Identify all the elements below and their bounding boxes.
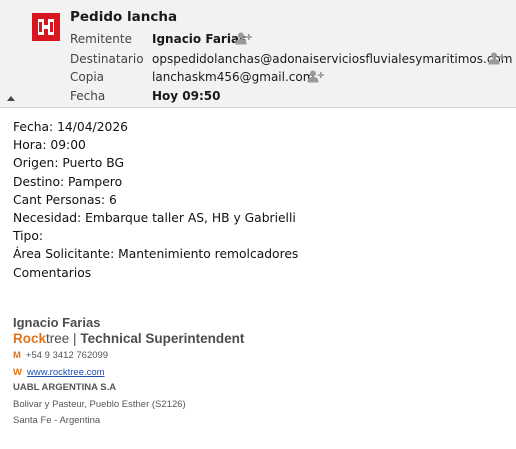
signature-city: Santa Fe - Argentina bbox=[13, 415, 101, 426]
app-logo-icon bbox=[32, 13, 60, 41]
add-contact-icon[interactable] bbox=[488, 52, 505, 65]
recipient-label: Destinatario bbox=[70, 52, 144, 66]
message-body: Fecha: 14/04/2026 Hora: 09:00 Origen: Pu… bbox=[13, 118, 298, 282]
brand-tree: tree bbox=[46, 331, 70, 346]
signature-name: Ignacio Farias bbox=[13, 315, 101, 330]
add-contact-icon[interactable] bbox=[307, 70, 324, 83]
signature-address: Bolivar y Pasteur, Pueblo Esther (S2126) bbox=[13, 399, 186, 410]
body-line: Cant Personas: 6 bbox=[13, 192, 117, 207]
signature-company: Rocktree | Technical Superintendent bbox=[13, 331, 244, 346]
signature-org: UABL ARGENTINA S.A bbox=[13, 382, 117, 393]
recipient-value[interactable]: opspedidolanchas@adonaiserviciosfluviale… bbox=[152, 51, 512, 67]
signature-web: Wwww.rocktree.com bbox=[13, 367, 105, 378]
body-line: Fecha: 14/04/2026 bbox=[13, 120, 128, 134]
message-subject: Pedido lancha bbox=[70, 9, 178, 25]
signature-title: Technical Superintendent bbox=[80, 331, 245, 346]
cc-label: Copia bbox=[70, 70, 105, 84]
cc-value[interactable]: lanchaskm456@gmail.com bbox=[152, 69, 314, 85]
phone-key: M bbox=[13, 350, 21, 361]
web-key: W bbox=[13, 367, 22, 378]
body-line: Tipo: bbox=[13, 229, 44, 244]
body-line: Comentarios bbox=[13, 265, 92, 280]
web-link[interactable]: www.rocktree.com bbox=[27, 367, 105, 378]
body-line: Hora: 09:00 bbox=[13, 138, 86, 153]
body-line: Área Solicitante: Mantenimiento remolcad… bbox=[13, 247, 299, 262]
signature-phone: M +54 9 3412 762099 bbox=[13, 350, 108, 361]
brand-rock: Rock bbox=[13, 331, 47, 346]
message-header: Pedido lancha Remitente Ignacio Farias D… bbox=[0, 0, 516, 108]
collapse-arrow-icon[interactable] bbox=[6, 94, 16, 102]
body-line: Origen: Puerto BG bbox=[13, 156, 124, 171]
sender-value[interactable]: Ignacio Farias bbox=[152, 31, 246, 47]
signature-separator: | bbox=[73, 331, 77, 346]
sender-label: Remitente bbox=[70, 32, 132, 46]
date-value: Hoy 09:50 bbox=[152, 89, 221, 103]
body-line: Destino: Pampero bbox=[13, 174, 123, 189]
body-line: Necesidad: Embarque taller AS, HB y Gabr… bbox=[13, 211, 296, 226]
date-label: Fecha bbox=[70, 89, 106, 103]
phone-value: +54 9 3412 762099 bbox=[25, 350, 109, 361]
add-contact-icon[interactable] bbox=[235, 32, 252, 45]
